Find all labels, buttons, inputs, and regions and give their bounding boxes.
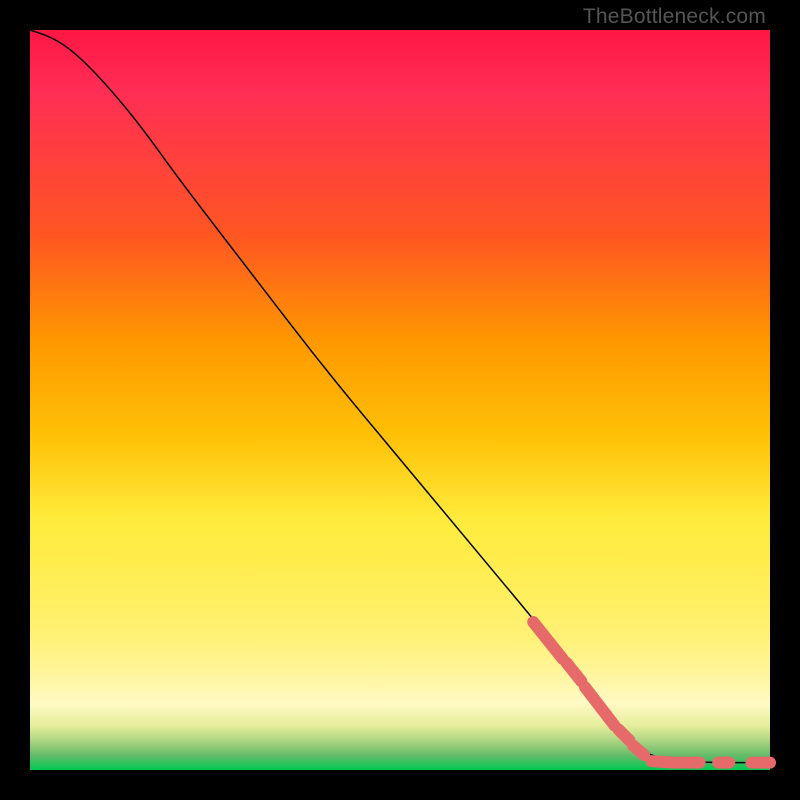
marker-group — [533, 622, 770, 763]
curve-line — [30, 30, 770, 763]
marker-segment — [618, 729, 629, 740]
marker-segment — [585, 687, 615, 726]
marker-segment — [652, 761, 674, 763]
marker-segment — [567, 663, 582, 682]
chart-container: TheBottleneck.com — [0, 0, 800, 800]
marker-segment — [533, 622, 563, 659]
marker-segment — [633, 746, 644, 756]
chart-svg — [30, 30, 770, 770]
plot-area — [30, 30, 770, 770]
watermark-text: TheBottleneck.com — [583, 5, 766, 29]
